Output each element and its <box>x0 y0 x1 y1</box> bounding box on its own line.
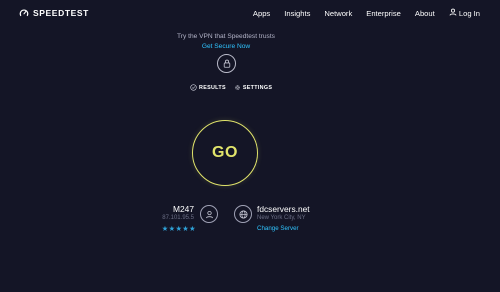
vpn-promo-text: Try the VPN that Speedtest trusts <box>177 33 275 40</box>
vpn-lock-button[interactable] <box>217 54 236 73</box>
isp-name: M247 <box>173 204 194 214</box>
speedtest-logo[interactable]: SPEEDTEST <box>19 6 89 20</box>
check-circle-icon <box>190 84 197 91</box>
login-link[interactable]: Log In <box>449 8 480 18</box>
isp-provider-badge <box>200 205 218 223</box>
change-server-link[interactable]: Change Server <box>257 225 299 232</box>
tab-results[interactable]: RESULTS <box>190 84 226 91</box>
menu-item-apps[interactable]: Apps <box>253 9 270 18</box>
server-name: fdcservers.net <box>257 204 310 214</box>
tab-settings[interactable]: SETTINGS <box>234 84 272 91</box>
gear-icon <box>235 85 240 90</box>
menu-item-enterprise[interactable]: Enterprise <box>366 9 401 18</box>
user-icon <box>449 8 457 16</box>
top-navigation: SPEEDTEST Apps Insights Network Enterpri… <box>0 0 500 26</box>
tab-results-label: RESULTS <box>199 84 226 91</box>
go-button[interactable]: GO <box>192 120 258 186</box>
menu-item-insights[interactable]: Insights <box>284 9 310 18</box>
menu-item-about[interactable]: About <box>415 9 435 18</box>
speedometer-icon <box>19 9 29 17</box>
lock-icon <box>223 59 230 68</box>
logo-text: SPEEDTEST <box>33 8 89 18</box>
get-secure-link[interactable]: Get Secure Now <box>0 43 452 50</box>
server-location: New York City, NY <box>257 215 306 221</box>
tab-settings-label: SETTINGS <box>242 84 273 91</box>
login-label: Log In <box>458 9 480 18</box>
menu-item-network[interactable]: Network <box>324 9 352 18</box>
server-badge <box>234 205 252 223</box>
result-settings-tabs: RESULTS SETTINGS <box>190 84 272 91</box>
main-menu: Apps Insights Network Enterprise About L… <box>253 8 480 19</box>
isp-ip-address: 87.101.95.5 <box>162 215 194 221</box>
globe-icon <box>238 209 248 219</box>
user-icon <box>205 210 213 218</box>
isp-rating-stars[interactable]: ★★★★★ <box>162 224 196 233</box>
go-label: GO <box>212 144 238 161</box>
